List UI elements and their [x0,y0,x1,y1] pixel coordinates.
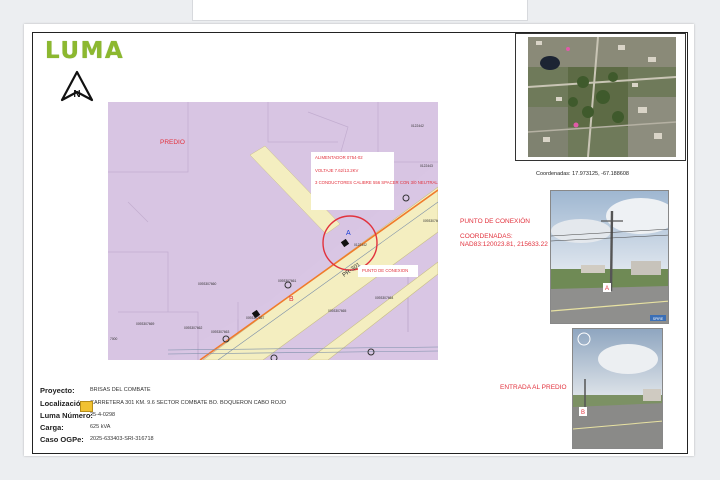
proyecto-value: BRISAS DEL COMBATE [90,387,151,393]
proyecto-label: Proyecto: [40,386,75,395]
coordinates-value: 17.973125, -67.188608 [572,171,629,177]
nad83-coordinates: NAD83:120023.81, 215633.22 [460,241,548,248]
north-arrow-icon: N [60,70,94,102]
carga-value: 625 kVA [90,424,111,430]
voltaje-label: VOLTAJE 7.62/13.2KV [315,168,359,173]
pole-label: 0093307664 [375,296,394,300]
punto-map-label: PUNTO DE CONEXION [362,268,409,273]
pole-label: 0093307667 [246,316,265,320]
svg-text:N: N [73,89,80,100]
luma-numero-value: 25-4-0298 [90,412,116,418]
aerial-satellite-image [528,37,676,157]
pole-label: 0093307663 [211,330,230,334]
photo-a-tag: SPIRE [653,317,664,321]
pole-label: 0093307666 [423,219,438,223]
caso-ogpe-value: 2025-633403-SRI-316718 [90,436,154,442]
caso-ogpe-label: Caso OGPe: [40,435,84,444]
pole-label: 0122443 [420,164,433,168]
pole-label: 0093307662 [184,326,203,330]
alimentador-label: ALIMENTADOR 0754-02 [315,155,363,160]
photo-b-marker: B [581,410,585,416]
connection-point-photo: A SPIRE [550,190,669,324]
photo-a-marker: A [605,286,609,292]
entrada-predio-label: ENTRADA AL PREDIO [500,384,567,391]
top-tab[interactable] [192,0,528,21]
coordenadas-heading: COORDENADAS: [460,233,513,240]
carga-label: Carga: [40,423,64,432]
predio-label: PREDIO [160,139,185,146]
pole-label: 0122442 [411,124,424,128]
map-point-b: B [289,296,294,303]
coordinates-label: Coordenadas: 17.973125, -67.188608 [536,171,629,177]
punto-conexion-title: PUNTO DE CONEXIÓN [460,218,530,225]
aerial-image-frame [515,33,686,161]
pole-label: 0093307661 [278,279,297,283]
map-point-a: A [346,230,351,237]
pole-label: 0093307660 [198,282,217,286]
localizacion-value: CARRETERA 301 KM. 9.6 SECTOR COMBATE BO.… [90,400,287,406]
pole-label: 7000 [110,337,118,341]
pole-label: 0122442 [354,243,367,247]
conductores-label: 3 CONDUCTORES CALIBRE 556 SPACER CON 3/0… [315,180,438,185]
pole-label: 0093307669 [136,322,155,326]
site-map: A B PR-301 0122442 0122443 0122442 00933… [108,102,438,360]
luma-logo: LUMA [45,38,125,64]
entrance-photo: B [572,328,663,449]
sticky-note-icon[interactable] [80,401,93,412]
luma-numero-label: Luma Número: [40,411,93,420]
pole-label: 0093307665 [328,309,347,313]
